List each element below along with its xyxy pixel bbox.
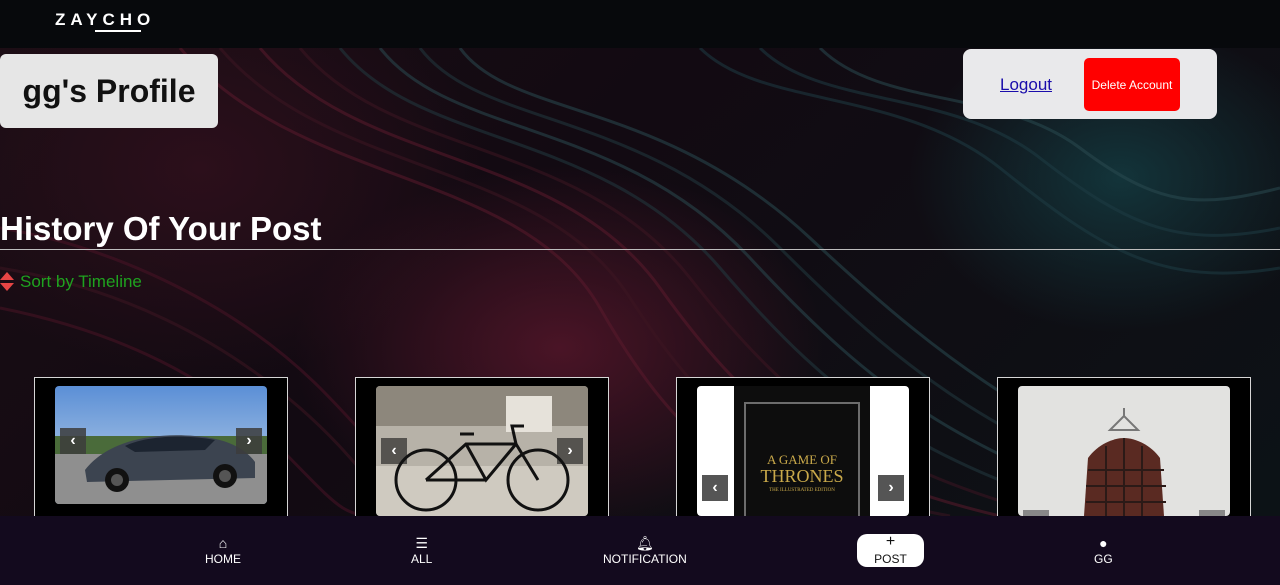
book-cover: A GAME OF THRONES THE ILLUSTRATED EDITIO… bbox=[734, 386, 870, 516]
nav-notification-label: NOTIFICATION bbox=[603, 552, 687, 566]
nav-user-label: GG bbox=[1094, 552, 1113, 566]
nav-home[interactable]: ⌂ HOME bbox=[205, 536, 241, 566]
post-card[interactable]: ‹ › bbox=[355, 377, 609, 527]
nav-post-button[interactable]: + POST bbox=[857, 532, 924, 567]
post-card[interactable]: ‹ › bbox=[34, 377, 288, 527]
post-card[interactable]: A GAME OF THRONES THE ILLUSTRATED EDITIO… bbox=[676, 377, 930, 527]
bottom-navigation: ⌂ HOME ☰ ALL 🔔︎ NOTIFICATION + POST ● GG bbox=[0, 516, 1280, 585]
nav-user[interactable]: ● GG bbox=[1094, 536, 1113, 566]
delete-account-button[interactable]: Delete Account bbox=[1084, 58, 1180, 111]
user-icon: ● bbox=[1099, 535, 1108, 551]
nav-post-label: POST bbox=[874, 551, 907, 566]
post-card[interactable]: ‹ › bbox=[997, 377, 1251, 527]
bell-icon: 🔔︎ bbox=[636, 535, 654, 551]
list-icon: ☰ bbox=[415, 535, 428, 551]
carousel-next-button[interactable]: › bbox=[878, 475, 904, 501]
section-divider bbox=[0, 249, 1280, 250]
carousel-prev-button[interactable]: ‹ bbox=[381, 438, 407, 464]
post-image-car[interactable]: ‹ › bbox=[55, 386, 267, 504]
top-bar: ZAYCHO bbox=[0, 0, 1280, 48]
carousel-next-button[interactable]: › bbox=[236, 428, 262, 454]
plus-icon: + bbox=[885, 532, 896, 550]
logout-link[interactable]: Logout bbox=[1000, 75, 1052, 95]
sort-by-timeline-button[interactable]: Sort by Timeline bbox=[0, 272, 142, 292]
post-image-shirt[interactable]: ‹ › bbox=[1018, 386, 1230, 516]
logo-underline bbox=[95, 30, 141, 32]
carousel-next-button[interactable]: › bbox=[557, 438, 583, 464]
history-title: History Of Your Post bbox=[0, 210, 322, 247]
profile-title: gg's Profile bbox=[22, 72, 196, 109]
carousel-prev-button[interactable]: ‹ bbox=[60, 428, 86, 454]
nav-home-label: HOME bbox=[205, 552, 241, 566]
nav-notification[interactable]: 🔔︎ NOTIFICATION bbox=[603, 536, 687, 566]
carousel-prev-button[interactable]: ‹ bbox=[702, 475, 728, 501]
nav-all[interactable]: ☰ ALL bbox=[411, 536, 432, 566]
profile-header: gg's Profile bbox=[0, 54, 218, 128]
book-title-line2: THRONES bbox=[760, 466, 844, 486]
zaycho-logo[interactable]: ZAYCHO bbox=[55, 10, 156, 32]
logo-text: ZAYCHO bbox=[55, 10, 156, 29]
book-subtitle: THE ILLUSTRATED EDITION bbox=[769, 488, 835, 493]
post-image-book[interactable]: A GAME OF THRONES THE ILLUSTRATED EDITIO… bbox=[697, 386, 909, 516]
nav-all-label: ALL bbox=[411, 552, 433, 566]
sort-icon bbox=[0, 272, 14, 292]
home-icon: ⌂ bbox=[218, 535, 228, 551]
account-actions: Logout Delete Account bbox=[963, 49, 1217, 119]
post-image-bicycle[interactable]: ‹ › bbox=[376, 386, 588, 516]
sort-label: Sort by Timeline bbox=[20, 272, 142, 291]
